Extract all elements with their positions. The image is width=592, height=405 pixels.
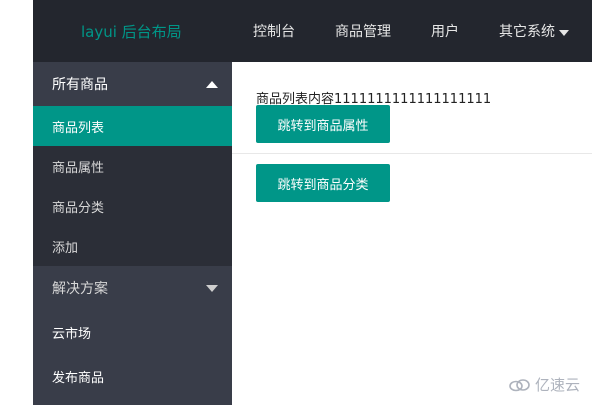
top-nav: 控制台 商品管理 用户 其它系统: [253, 0, 569, 62]
sidebar-item-label: 云市场: [52, 326, 92, 342]
nav-label: 用户: [431, 24, 459, 40]
sidebar-item-label: 发布商品: [52, 370, 105, 386]
nav-label: 控制台: [253, 24, 295, 40]
sidebar-group-label: 所有商品: [52, 77, 108, 93]
cloud-logo-icon: [509, 378, 530, 391]
nav-item-other-systems[interactable]: 其它系统: [499, 21, 569, 41]
nav-label: 其它系统: [499, 24, 555, 40]
app-logo[interactable]: layui 后台布局: [81, 20, 182, 44]
watermark: 亿速云: [509, 374, 580, 395]
sidebar-group-solutions[interactable]: 解决方案: [33, 266, 232, 310]
top-header: layui 后台布局 控制台 商品管理 用户 其它系统: [33, 0, 592, 62]
goto-product-categories-button[interactable]: 跳转到商品分类: [256, 164, 390, 202]
sidebar-item-label: 商品分类: [52, 200, 105, 216]
nav-item-product-management[interactable]: 商品管理: [335, 21, 391, 41]
nav-item-users[interactable]: 用户: [431, 21, 459, 41]
watermark-text: 亿速云: [534, 376, 580, 394]
sidebar-item-label: 商品属性: [52, 160, 105, 176]
sidebar-item-publish-product[interactable]: 发布商品: [33, 354, 232, 398]
divider: [232, 153, 592, 154]
page-left-margin: [0, 0, 33, 405]
sidebar-item-product-attributes[interactable]: 商品属性: [33, 146, 232, 186]
sidebar: 所有商品 商品列表 商品属性 商品分类 添加 解决方案 云市场 发布商品: [33, 62, 232, 405]
chevron-up-icon: [206, 80, 218, 88]
main-content: 商品列表内容1111111111111111111 跳转到商品属性 跳转到商品分…: [232, 62, 592, 405]
goto-product-attributes-button[interactable]: 跳转到商品属性: [256, 105, 390, 143]
sidebar-item-add[interactable]: 添加: [33, 226, 232, 266]
nav-label: 商品管理: [335, 24, 391, 40]
sidebar-item-product-list[interactable]: 商品列表: [33, 106, 232, 146]
sidebar-item-label: 添加: [52, 240, 79, 256]
sidebar-submenu: 商品列表 商品属性 商品分类 添加: [33, 106, 232, 266]
chevron-down-icon: [206, 284, 218, 292]
sidebar-item-product-categories[interactable]: 商品分类: [33, 186, 232, 226]
sidebar-item-label: 商品列表: [52, 120, 105, 136]
sidebar-group-label: 解决方案: [52, 281, 108, 297]
caret-down-icon: [559, 30, 569, 36]
nav-item-console[interactable]: 控制台: [253, 21, 295, 41]
sidebar-group-all-products[interactable]: 所有商品: [33, 62, 232, 106]
sidebar-item-cloud-market[interactable]: 云市场: [33, 310, 232, 354]
